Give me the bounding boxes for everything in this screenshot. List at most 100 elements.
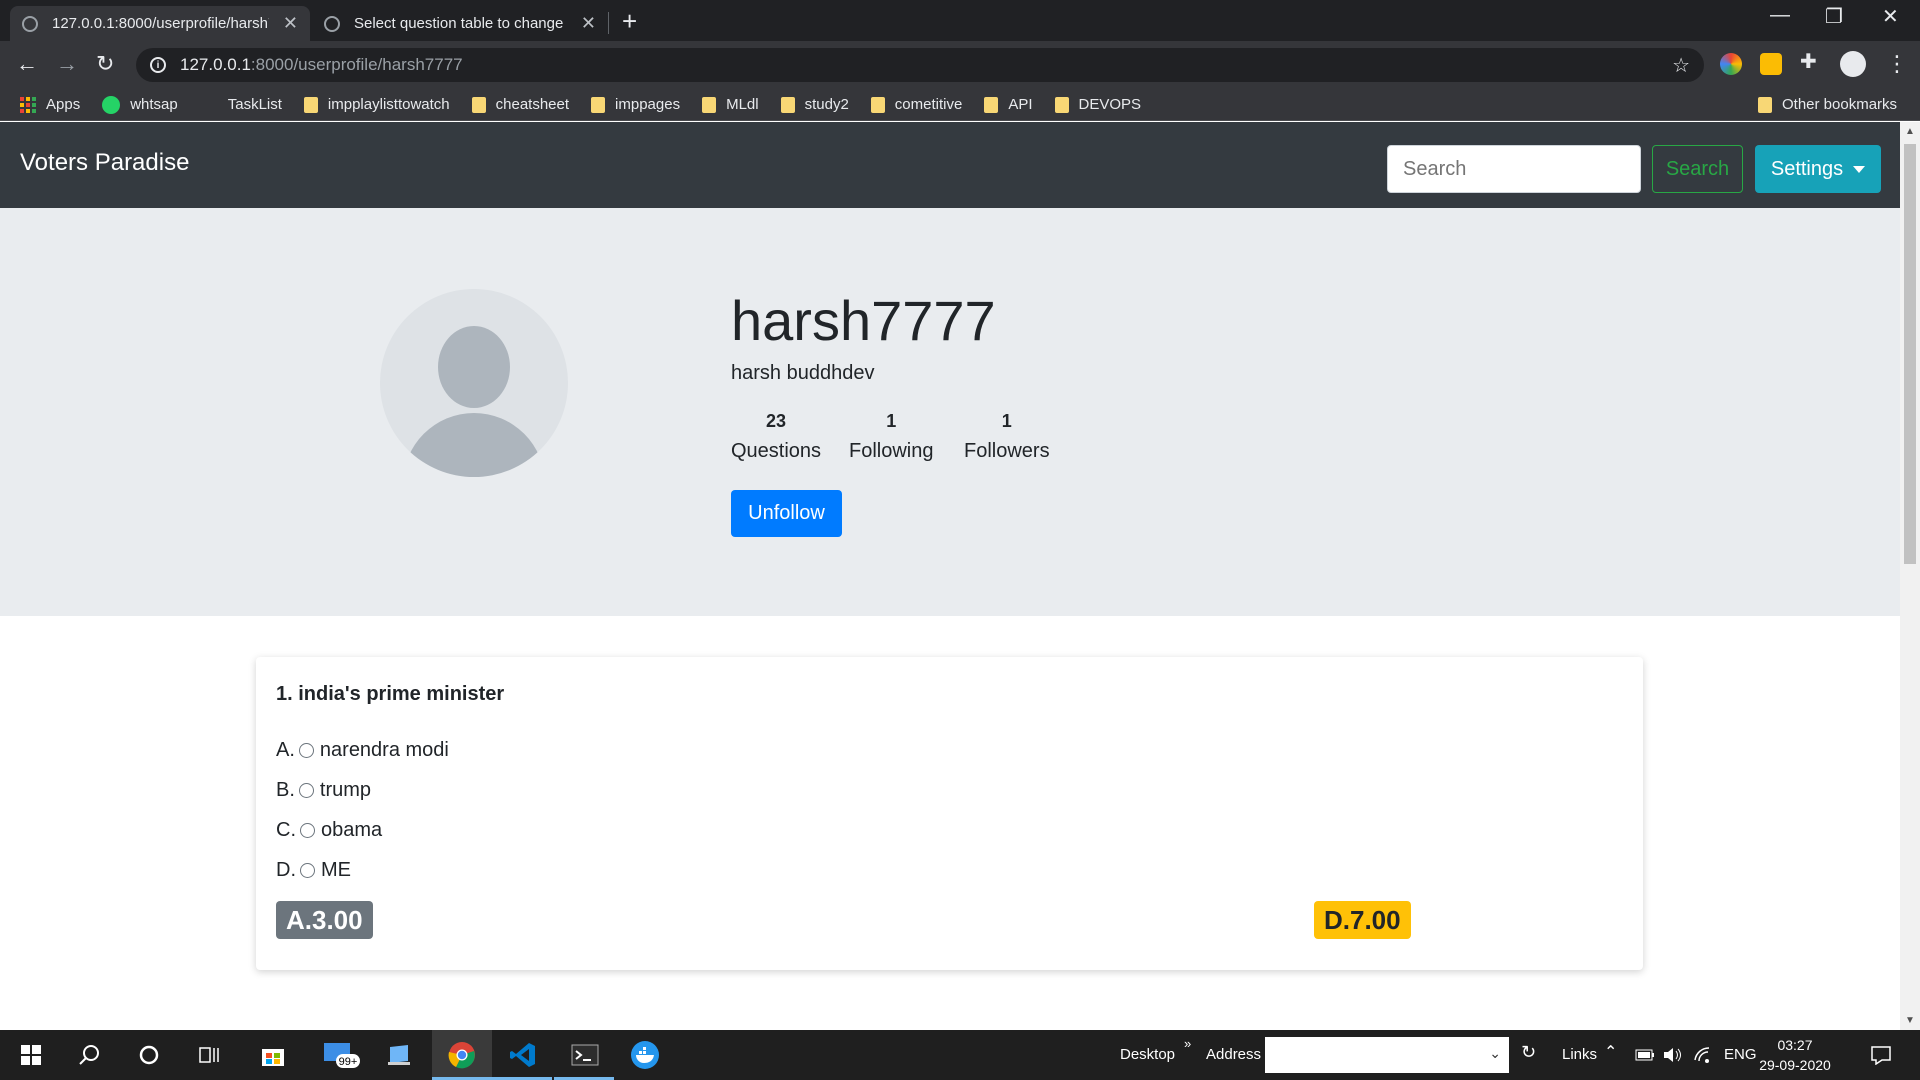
reload-icon[interactable]: ↻ [96, 51, 114, 77]
back-icon[interactable]: ← [16, 51, 38, 77]
scroll-down-icon[interactable]: ▼ [1905, 1015, 1915, 1026]
bookmark-star-icon[interactable]: ☆ [1672, 53, 1690, 78]
chrome-icon[interactable] [447, 1040, 477, 1070]
bookmark-apps[interactable]: Apps [20, 96, 80, 113]
mail-icon[interactable]: 99+ [320, 1040, 364, 1070]
stat-following[interactable]: 1 Following [849, 411, 933, 463]
bookmark-api[interactable]: API [984, 96, 1033, 113]
tab-django-admin[interactable]: Select question table to change | Django… [312, 6, 608, 41]
forward-icon[interactable]: → [56, 51, 78, 77]
bookmark-mldl[interactable]: MLdl [702, 96, 759, 113]
globe-icon [22, 15, 38, 32]
folder-icon [870, 96, 885, 113]
bookmark-label: Other bookmarks [1782, 96, 1898, 113]
cortana-icon[interactable] [134, 1040, 164, 1070]
page-viewport: Voters Paradise Search Settings harsh777… [0, 122, 1900, 1030]
bookmark-imppages[interactable]: imppages [591, 96, 680, 113]
unfollow-button[interactable]: Unfollow [731, 490, 842, 537]
mail-badge: 99+ [339, 1056, 358, 1068]
option-d[interactable]: D. ME [276, 859, 351, 882]
site-info-icon[interactable]: i [150, 57, 166, 73]
scroll-up-icon[interactable]: ▲ [1905, 126, 1915, 137]
bookmark-cheatsheet[interactable]: cheatsheet [471, 96, 569, 113]
settings-dropdown-button[interactable]: Settings [1755, 145, 1881, 193]
browser-tab-strip: 127.0.0.1:8000/userprofile/harsh7777 ✕ S… [0, 0, 1920, 41]
app-shortcut-icon[interactable] [384, 1040, 414, 1070]
option-letter: B. [276, 779, 295, 801]
stat-questions[interactable]: 23 Questions [731, 411, 821, 463]
docker-icon[interactable] [630, 1040, 660, 1070]
option-letter: C. [276, 819, 296, 841]
minimize-icon[interactable]: — [1770, 4, 1790, 27]
puzzle-extensions-icon[interactable]: ✚ [1800, 49, 1822, 73]
battery-icon[interactable] [1630, 1040, 1660, 1070]
whatsapp-icon [102, 95, 121, 114]
scrollbar-thumb[interactable] [1904, 144, 1916, 564]
windows-start-icon[interactable] [16, 1040, 46, 1070]
color-extension-icon[interactable] [1720, 53, 1742, 75]
address-bar[interactable]: i 127.0.0.1:8000/userprofile/harsh7777 ☆ [136, 48, 1704, 82]
chevron-up-icon[interactable]: ⌃ [1604, 1042, 1617, 1062]
close-tab-icon[interactable]: ✕ [283, 13, 298, 34]
stat-followers[interactable]: 1 Followers [964, 411, 1050, 463]
bookmark-label: imppages [615, 96, 681, 113]
radio-button[interactable] [298, 743, 314, 758]
system-clock[interactable]: 03:27 29-09-2020 [1755, 1035, 1835, 1075]
desktop-toolbar-label[interactable]: Desktop [1120, 1046, 1175, 1063]
search-button[interactable]: Search [1652, 145, 1743, 193]
bookmark-cometitive[interactable]: cometitive [870, 96, 962, 113]
chevron-right-icon[interactable]: » [1184, 1036, 1191, 1051]
result-badge-left: A.3.00 [276, 901, 373, 939]
task-view-icon[interactable] [194, 1040, 224, 1070]
bookmark-whtsap[interactable]: whtsap [102, 95, 178, 114]
option-b[interactable]: B. trump [276, 779, 371, 802]
search-input[interactable] [1387, 145, 1641, 193]
windows-taskbar: 99+ Desktop » Address ⌄ ↻ Links ⌃ ENG 03… [0, 1030, 1920, 1080]
terminal-icon[interactable] [570, 1040, 600, 1070]
keep-extension-icon[interactable] [1760, 53, 1782, 75]
wifi-icon[interactable] [1688, 1040, 1718, 1070]
notifications-icon[interactable] [1866, 1040, 1896, 1070]
bookmark-other[interactable]: Other bookmarks [1758, 96, 1897, 113]
bookmarks-bar: Apps whtsap TaskList impplaylisttowatch … [0, 89, 1920, 121]
links-toolbar-label[interactable]: Links [1562, 1046, 1597, 1063]
window-close-icon[interactable]: ✕ [1882, 4, 1899, 29]
page-scrollbar[interactable]: ▲ ▼ [1900, 122, 1920, 1030]
vscode-icon[interactable] [508, 1040, 538, 1070]
avatar [380, 289, 568, 477]
tab-userprofile[interactable]: 127.0.0.1:8000/userprofile/harsh7777 ✕ [10, 6, 310, 41]
bookmark-devops[interactable]: DEVOPS [1054, 96, 1142, 113]
search-icon[interactable] [74, 1040, 104, 1070]
bookmark-label: DEVOPS [1078, 96, 1142, 113]
new-tab-icon[interactable]: + [622, 6, 637, 37]
folder-icon [702, 96, 717, 113]
stat-label: Followers [964, 440, 1050, 462]
chrome-menu-icon[interactable]: ⋮ [1886, 51, 1908, 77]
radio-button[interactable] [298, 783, 314, 798]
bookmark-tasklist[interactable]: TaskList [228, 96, 282, 113]
url-path: :8000/userprofile/harsh7777 [250, 55, 463, 74]
volume-icon[interactable] [1658, 1040, 1688, 1070]
option-letter: A. [276, 739, 295, 761]
folder-icon [303, 96, 318, 113]
bookmark-label: Apps [46, 96, 81, 113]
radio-button[interactable] [300, 863, 315, 878]
store-icon[interactable] [258, 1040, 288, 1070]
taskbar-address-input[interactable]: ⌄ [1265, 1037, 1509, 1073]
stat-value: 1 [886, 411, 897, 431]
language-indicator[interactable]: ENG [1724, 1046, 1757, 1063]
chevron-down-icon[interactable]: ⌄ [1489, 1045, 1501, 1062]
radio-button[interactable] [300, 823, 315, 838]
result-badge-right: D.7.00 [1314, 901, 1411, 939]
bookmark-study2[interactable]: study2 [780, 96, 849, 113]
site-brand[interactable]: Voters Paradise [20, 149, 189, 177]
refresh-icon[interactable]: ↻ [1521, 1042, 1536, 1063]
close-tab-icon[interactable]: ✕ [581, 13, 596, 34]
restore-icon[interactable]: ❐ [1825, 4, 1843, 29]
option-a[interactable]: A. narendra modi [276, 739, 449, 762]
bookmark-impplaylisttowatch[interactable]: impplaylisttowatch [303, 96, 450, 113]
folder-icon [780, 96, 795, 113]
avatar-body-shape [403, 413, 545, 477]
profile-avatar-icon[interactable] [1840, 51, 1866, 77]
option-c[interactable]: C. obama [276, 819, 382, 842]
